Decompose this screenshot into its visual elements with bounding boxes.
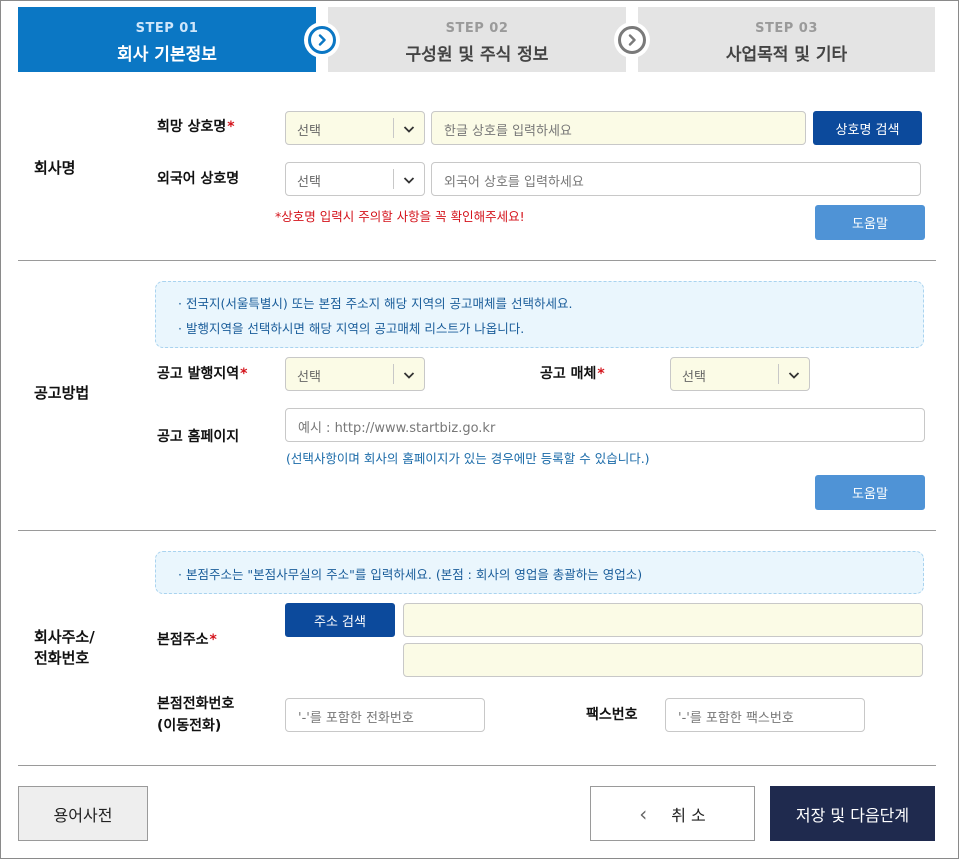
chevron-down-icon (403, 372, 415, 379)
chevron-down-icon (788, 372, 800, 379)
homepage-label: 공고 홈페이지 (157, 429, 240, 445)
hq-phone-label-1: 본점전화번호 (157, 696, 235, 712)
step-1[interactable]: STEP 01 회사 기본정보 (18, 7, 316, 72)
hq-address-label: 본점주소* (157, 632, 217, 648)
chevron-right-icon (628, 34, 636, 46)
section-divider (18, 260, 936, 261)
input-placeholder: 외국어 상호를 입력하세요 (444, 175, 584, 190)
homepage-input[interactable]: 예시 : http://www.startbiz.go.kr (285, 408, 925, 442)
hq-address-input-2[interactable] (403, 643, 923, 677)
foreign-name-type-select[interactable]: 선택 (285, 162, 425, 196)
hq-address-input-1[interactable] (403, 603, 923, 637)
step-3-title: 사업목적 및 기타 (725, 45, 848, 65)
required-mark: * (209, 632, 217, 648)
cancel-button[interactable]: ‹ 취 소 (590, 786, 755, 841)
desired-name-input[interactable]: 한글 상호를 입력하세요 (431, 111, 806, 145)
select-value: 선택 (297, 175, 321, 190)
section-address-2: 전화번호 (34, 649, 90, 667)
step-2[interactable]: STEP 02 구성원 및 주식 정보 (328, 7, 626, 72)
notice-line: · 전국지(서울특별시) 또는 본점 주소지 해당 지역의 공고매체를 선택하세… (178, 296, 573, 311)
chevron-down-icon (403, 126, 415, 133)
name-search-button[interactable]: 상호명 검색 (813, 111, 922, 145)
chevron-right-icon (318, 34, 326, 46)
notice-line: · 본점주소는 "본점사무실의 주소"를 입력하세요. (본점 : 회사의 영업… (178, 567, 643, 582)
address-search-button[interactable]: 주소 검색 (285, 603, 395, 637)
cancel-label: 취 소 (671, 805, 706, 825)
region-label: 공고 발행지역* (157, 366, 248, 382)
chevron-left-icon: ‹ (639, 801, 648, 826)
section-company-name: 회사명 (34, 159, 76, 177)
step-arrow-1 (304, 22, 340, 58)
step-1-title: 회사 기본정보 (117, 45, 217, 65)
section-address-1: 회사주소/ (34, 628, 95, 646)
announcement-notice: · 전국지(서울특별시) 또는 본점 주소지 해당 지역의 공고매체를 선택하세… (155, 281, 924, 348)
region-select[interactable]: 선택 (285, 357, 425, 391)
section-announcement: 공고방법 (34, 384, 90, 402)
notice-line: · 발행지역을 선택하시면 해당 지역의 공고매체 리스트가 나옵니다. (178, 321, 525, 336)
foreign-name-label: 외국어 상호명 (157, 171, 240, 187)
homepage-hint: (선택사항이며 회사의 홈페이지가 있는 경우에만 등록할 수 있습니다.) (286, 451, 650, 466)
input-placeholder: 한글 상호를 입력하세요 (444, 124, 572, 139)
select-value: 선택 (297, 124, 321, 139)
input-placeholder: '-'를 포함한 전화번호 (298, 711, 414, 726)
desired-name-type-select[interactable]: 선택 (285, 111, 425, 145)
step-2-title: 구성원 및 주식 정보 (405, 45, 549, 65)
foreign-name-input[interactable]: 외국어 상호를 입력하세요 (431, 162, 921, 196)
media-label: 공고 매체* (540, 366, 605, 382)
select-value: 선택 (297, 370, 321, 385)
fax-label: 팩스번호 (586, 707, 638, 723)
input-placeholder: '-'를 포함한 팩스번호 (678, 711, 794, 726)
step-1-number: STEP 01 (135, 21, 199, 36)
required-mark: * (597, 366, 605, 382)
media-select[interactable]: 선택 (670, 357, 810, 391)
fax-input[interactable]: '-'를 포함한 팩스번호 (665, 698, 865, 732)
glossary-button[interactable]: 용어사전 (18, 786, 148, 841)
hq-phone-label-2: (이동전화) (157, 718, 222, 734)
input-placeholder: 예시 : http://www.startbiz.go.kr (298, 421, 496, 436)
select-value: 선택 (682, 370, 706, 385)
step-3-number: STEP 03 (755, 21, 818, 36)
help-button-company-name[interactable]: 도움말 (815, 205, 925, 240)
section-divider (18, 765, 936, 766)
step-arrow-2 (614, 22, 650, 58)
hq-phone-input[interactable]: '-'를 포함한 전화번호 (285, 698, 485, 732)
section-divider (18, 530, 936, 531)
name-warning-text: *상호명 입력시 주의할 사항을 꼭 확인해주세요! (275, 209, 525, 224)
step-3[interactable]: STEP 03 사업목적 및 기타 (638, 7, 935, 72)
chevron-down-icon (403, 177, 415, 184)
step-2-number: STEP 02 (445, 21, 509, 36)
address-notice: · 본점주소는 "본점사무실의 주소"를 입력하세요. (본점 : 회사의 영업… (155, 551, 924, 594)
required-mark: * (240, 366, 248, 382)
save-next-button[interactable]: 저장 및 다음단계 (770, 786, 935, 841)
desired-name-label: 희망 상호명* (157, 119, 235, 135)
help-button-announcement[interactable]: 도움말 (815, 475, 925, 510)
required-mark: * (227, 119, 235, 135)
